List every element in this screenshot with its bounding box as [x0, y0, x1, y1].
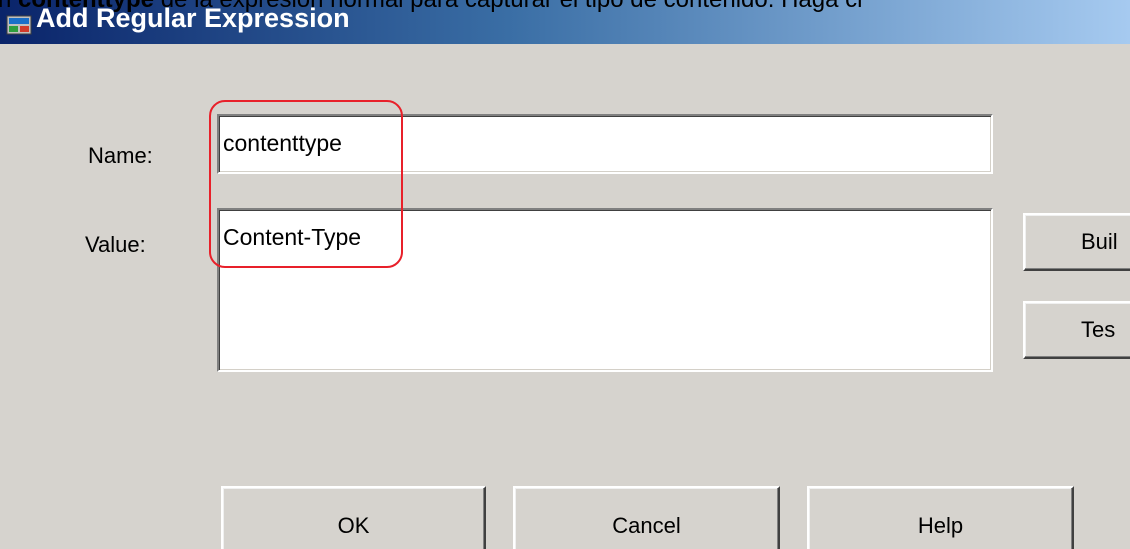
name-label: Name:	[88, 143, 153, 168]
name-input[interactable]: contenttype	[217, 114, 993, 174]
build-button[interactable]: Buil	[1023, 213, 1130, 271]
caption-suffix: de la expresión normal para capturar el …	[154, 0, 863, 13]
help-button[interactable]: Help	[807, 486, 1074, 549]
dialog-window: Add Regular Expression n contenttype de …	[0, 0, 1130, 549]
background-caption-text: n contenttype de la expresión normal par…	[0, 0, 862, 14]
name-input-value: contenttype	[223, 130, 342, 156]
value-label: Value:	[85, 232, 146, 257]
value-textarea[interactable]: Content-Type	[217, 208, 993, 372]
caption-prefix: n	[0, 0, 18, 13]
regex-app-icon	[6, 15, 32, 35]
help-button-label: Help	[917, 513, 964, 538]
test-button-label: Tes	[1081, 317, 1116, 342]
caption-bold: contenttype	[18, 0, 154, 13]
test-button[interactable]: Tes	[1023, 301, 1130, 359]
cancel-button-label: Cancel	[612, 513, 681, 538]
ok-button-label: OK	[337, 513, 370, 538]
ok-button[interactable]: OK	[221, 486, 486, 549]
build-button-label: Buil	[1081, 229, 1118, 254]
value-textarea-value: Content-Type	[223, 224, 362, 250]
cancel-button[interactable]: Cancel	[513, 486, 780, 549]
